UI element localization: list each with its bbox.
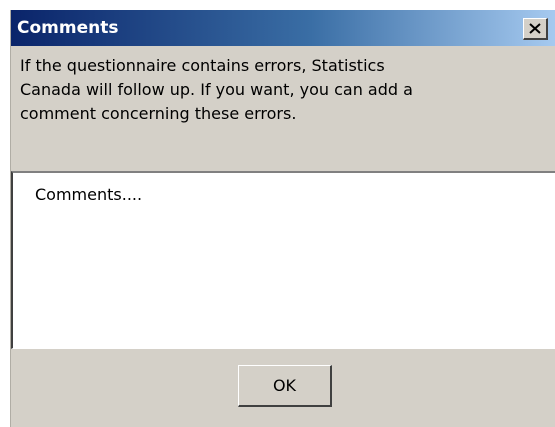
message-line: comment concerning these errors.: [20, 104, 297, 123]
comments-textarea[interactable]: [11, 171, 555, 349]
dialog-title: Comments: [17, 18, 119, 38]
close-button[interactable]: [523, 18, 548, 40]
close-icon: [529, 23, 541, 34]
ok-button[interactable]: OK: [238, 365, 332, 407]
instruction-message: If the questionnaire contains errors, St…: [20, 54, 545, 126]
message-line: If the questionnaire contains errors, St…: [20, 56, 385, 75]
comments-dialog: Comments If the questionnaire contains e…: [10, 10, 555, 427]
message-line: Canada will follow up. If you want, you …: [20, 80, 413, 99]
title-bar[interactable]: Comments: [11, 10, 555, 46]
